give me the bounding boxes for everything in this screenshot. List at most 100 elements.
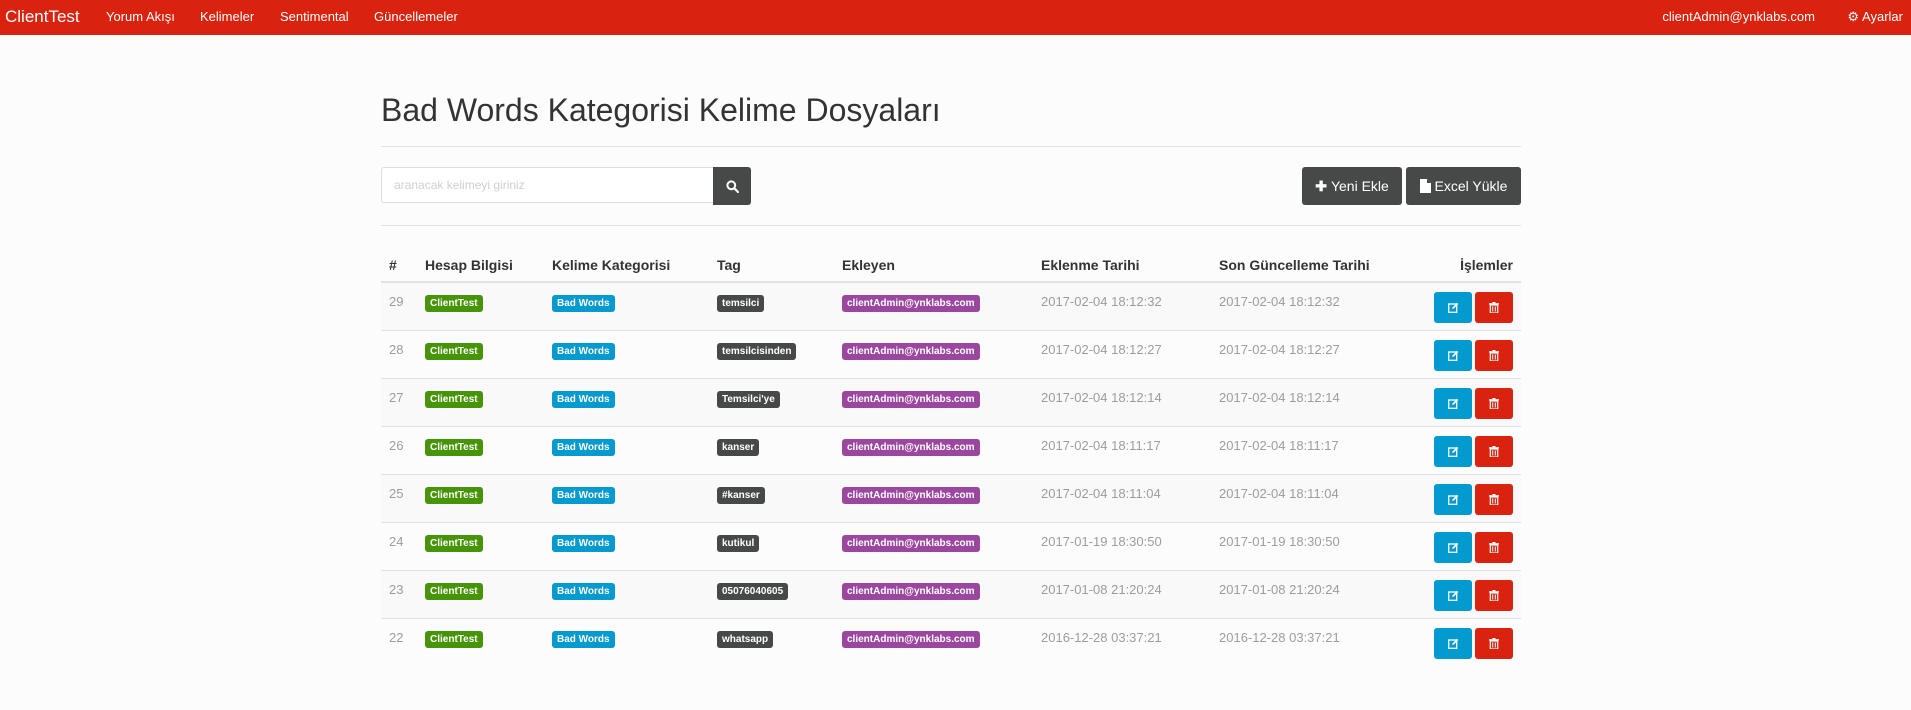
tag-label: temsilcisinden	[717, 342, 797, 360]
account-cell: ClientTest	[417, 425, 544, 474]
trash-icon	[1489, 493, 1499, 505]
created-date: 2017-02-04 18:11:04	[1033, 473, 1211, 522]
nav-link-guncellemeler[interactable]: Güncellemeler	[374, 9, 458, 24]
toolbar-divider	[381, 225, 1521, 226]
category-cell: Bad Words	[544, 425, 709, 474]
category-label: Bad Words	[552, 342, 615, 360]
delete-button[interactable]	[1475, 579, 1513, 611]
category-label: Bad Words	[552, 438, 615, 456]
brand-link[interactable]: ClientTest	[5, 7, 80, 27]
account-cell: ClientTest	[417, 617, 544, 666]
added-by-label: clientAdmin@ynklabs.com	[842, 390, 980, 408]
added-by-cell: clientAdmin@ynklabs.com	[834, 569, 1033, 618]
trash-icon	[1489, 349, 1499, 361]
title-divider	[381, 146, 1521, 147]
row-id: 29	[381, 281, 417, 330]
added-by-cell: clientAdmin@ynklabs.com	[834, 377, 1033, 426]
updated-date: 2017-02-04 18:12:14	[1211, 377, 1397, 426]
col-header-updated: Son Güncelleme Tarihi	[1211, 248, 1397, 283]
added-by-cell: clientAdmin@ynklabs.com	[834, 281, 1033, 330]
account-cell: ClientTest	[417, 521, 544, 570]
created-date: 2016-12-28 03:37:21	[1033, 617, 1211, 666]
add-new-button[interactable]: ✚ Yeni Ekle	[1302, 167, 1402, 205]
edit-button[interactable]	[1434, 339, 1472, 371]
row-id: 24	[381, 521, 417, 570]
created-date: 2017-01-08 21:20:24	[1033, 569, 1211, 618]
col-header-id: #	[381, 248, 417, 283]
edit-icon	[1448, 638, 1459, 649]
row-id: 25	[381, 473, 417, 522]
settings-label: Ayarlar	[1862, 9, 1903, 24]
account-label: ClientTest	[425, 438, 483, 456]
tag-cell: kanser	[709, 425, 834, 474]
edit-button[interactable]	[1434, 483, 1472, 515]
category-label: Bad Words	[552, 630, 615, 648]
edit-icon	[1448, 494, 1459, 505]
row-id: 26	[381, 425, 417, 474]
account-label: ClientTest	[425, 486, 483, 504]
tag-cell: #kanser	[709, 473, 834, 522]
tag-cell: temsilcisinden	[709, 329, 834, 378]
tag-label: whatsapp	[717, 630, 774, 648]
delete-button[interactable]	[1475, 339, 1513, 371]
table-row: 27 ClientTest Bad Words Temsilci'ye clientAd…	[381, 377, 1521, 426]
delete-button[interactable]	[1475, 627, 1513, 659]
category-cell: Bad Words	[544, 569, 709, 618]
trash-icon	[1489, 637, 1499, 649]
row-id: 28	[381, 329, 417, 378]
col-header-category: Kelime Kategorisi	[544, 248, 709, 283]
category-cell: Bad Words	[544, 473, 709, 522]
delete-button[interactable]	[1475, 435, 1513, 467]
added-by-label: clientAdmin@ynklabs.com	[842, 295, 980, 312]
updated-date: 2017-02-04 18:11:17	[1211, 425, 1397, 474]
tag-label: 05076040605	[717, 582, 789, 600]
tag-label: Temsilci'ye	[717, 390, 780, 408]
edit-button[interactable]	[1434, 292, 1472, 323]
excel-upload-button[interactable]: Excel Yükle	[1406, 167, 1521, 205]
category-cell: Bad Words	[544, 377, 709, 426]
user-menu[interactable]: clientAdmin@ynklabs.com	[1662, 9, 1815, 24]
edit-button[interactable]	[1434, 579, 1472, 611]
updated-date: 2017-02-04 18:12:32	[1211, 281, 1397, 330]
added-by-label: clientAdmin@ynklabs.com	[842, 534, 980, 552]
category-label: Bad Words	[552, 390, 615, 408]
settings-link[interactable]: ⚙ Ayarlar	[1847, 9, 1903, 25]
file-icon	[1419, 179, 1431, 193]
table-row: 23 ClientTest Bad Words 05076040605 clientAd…	[381, 569, 1521, 618]
edit-icon	[1448, 350, 1459, 361]
col-header-added-by: Ekleyen	[834, 248, 1033, 283]
delete-button[interactable]	[1475, 531, 1513, 563]
delete-button[interactable]	[1475, 387, 1513, 419]
nav-link-sentimental[interactable]: Sentimental	[280, 9, 349, 24]
added-by-cell: clientAdmin@ynklabs.com	[834, 473, 1033, 522]
table-header-row: # Hesap Bilgisi Kelime Kategorisi Tag Ek…	[381, 248, 1521, 283]
added-by-label: clientAdmin@ynklabs.com	[842, 582, 980, 600]
nav-link-yorum-akisi[interactable]: Yorum Akışı	[106, 9, 175, 24]
category-cell: Bad Words	[544, 281, 709, 330]
words-table: # Hesap Bilgisi Kelime Kategorisi Tag Ek…	[381, 248, 1521, 666]
tag-cell: 05076040605	[709, 569, 834, 618]
excel-upload-label: Excel Yükle	[1434, 178, 1508, 194]
actions-cell	[1397, 377, 1521, 426]
actions-cell	[1397, 425, 1521, 474]
search-input[interactable]	[381, 167, 713, 203]
plus-icon: ✚	[1315, 177, 1327, 194]
edit-icon	[1448, 590, 1459, 601]
edit-button[interactable]	[1434, 627, 1472, 659]
edit-button[interactable]	[1434, 531, 1472, 563]
col-header-account: Hesap Bilgisi	[417, 248, 544, 283]
created-date: 2017-02-04 18:11:17	[1033, 425, 1211, 474]
table-row: 26 ClientTest Bad Words kanser clientAdmin@y…	[381, 425, 1521, 474]
edit-button[interactable]	[1434, 387, 1472, 419]
edit-button[interactable]	[1434, 435, 1472, 467]
delete-button[interactable]	[1475, 292, 1513, 323]
tag-label: kutikul	[717, 534, 760, 552]
col-header-actions: İşlemler	[1397, 248, 1521, 283]
category-label: Bad Words	[552, 486, 615, 504]
nav-link-kelimeler[interactable]: Kelimeler	[200, 9, 254, 24]
trash-icon	[1489, 302, 1499, 313]
account-label: ClientTest	[425, 342, 483, 360]
delete-button[interactable]	[1475, 483, 1513, 515]
account-label: ClientTest	[425, 390, 483, 408]
search-button[interactable]	[713, 167, 751, 205]
